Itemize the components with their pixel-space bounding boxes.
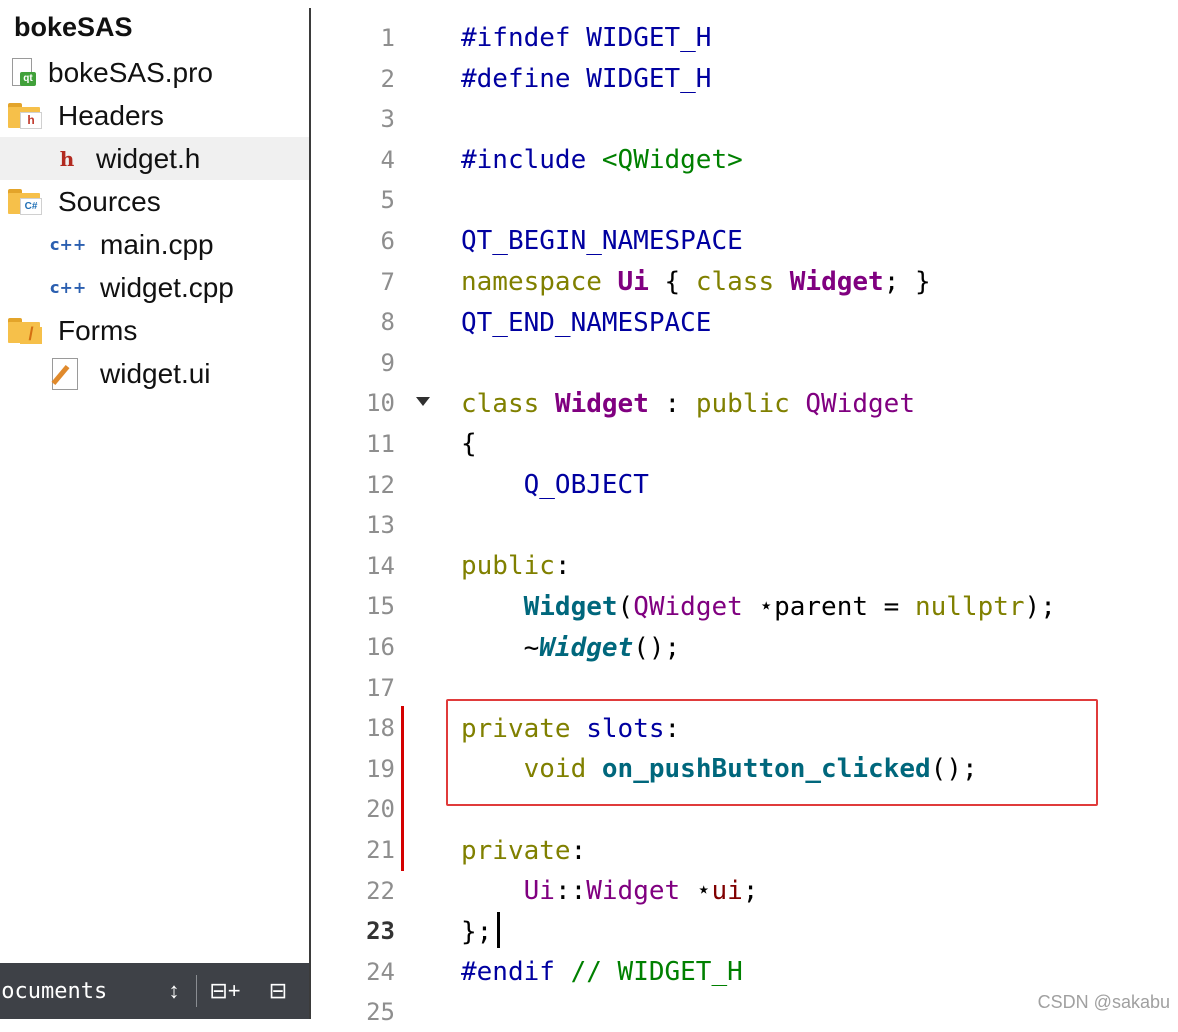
sort-arrows-icon[interactable]: ↕ — [162, 977, 186, 1005]
line-number-8: 8 — [380, 308, 395, 337]
line-number-14: 14 — [366, 551, 395, 580]
line-number-22: 22 — [366, 876, 395, 905]
line-number-7: 7 — [380, 267, 395, 296]
line-number-18: 18 — [366, 714, 395, 743]
code-line-15: Widget(QWidget ⋆parent = nullptr); — [523, 592, 1056, 622]
change-marker — [401, 706, 404, 871]
fold-arrow-icon[interactable] — [416, 397, 430, 406]
code-line-12: Q_OBJECT — [523, 470, 649, 500]
line-number-17: 17 — [366, 673, 395, 702]
line-number-11: 11 — [366, 430, 395, 458]
code-line-7: namespace Ui { class Widget; } — [461, 267, 931, 297]
tree-item-label: Headers — [58, 100, 164, 131]
line-number-16: 16 — [366, 633, 395, 661]
tree-item-label: main.cpp — [100, 229, 214, 260]
qt-project-file-icon: qt — [10, 57, 36, 88]
tree-item-widget-cpp[interactable]: c++ widget.cpp — [0, 266, 310, 309]
tree-item-forms-folder[interactable]: / Forms — [0, 309, 310, 352]
line-number-2: 2 — [380, 64, 395, 93]
line-number-3: 3 — [380, 105, 395, 134]
text-cursor — [497, 912, 500, 948]
code-line-2: #define WIDGET_H — [461, 64, 712, 94]
tree-item-label: Forms — [58, 315, 138, 346]
highlight-annotation-box — [446, 699, 1098, 806]
forms-folder-icon: / — [8, 317, 42, 344]
line-number-15: 15 — [366, 592, 395, 621]
line-number-5: 5 — [380, 186, 395, 215]
tree-item-label: bokeSAS.pro — [48, 57, 213, 88]
line-number-21: 21 — [366, 836, 395, 864]
tree-item-label: widget.cpp — [100, 272, 234, 303]
line-number-25: 25 — [366, 998, 395, 1027]
toolbar-separator — [196, 975, 197, 1007]
cpp-file-icon: c++ — [50, 234, 87, 254]
line-number-12: 12 — [366, 470, 395, 499]
close-pane-icon[interactable]: ⊟ — [264, 977, 292, 1005]
tree-item-label: widget.h — [96, 143, 201, 174]
code-line-4: #include <QWidget> — [461, 145, 743, 175]
code-line-10: class Widget : public QWidget — [461, 389, 915, 419]
line-number-24: 24 — [366, 957, 395, 986]
line-number-1: 1 — [380, 24, 395, 52]
line-number-13: 13 — [366, 511, 395, 540]
project-tree: bokeSAS qt bokeSAS.pro h Headers h widge… — [0, 0, 310, 955]
tree-item-pro-file[interactable]: qt bokeSAS.pro — [0, 51, 310, 94]
code-line-1: #ifndef WIDGET_H — [461, 23, 712, 53]
code-line-16: ~Widget(); — [523, 633, 681, 663]
line-number-10: 10 — [366, 389, 395, 418]
tree-item-widget-ui[interactable]: widget.ui — [0, 352, 310, 395]
open-documents-bar: Documents ↕ ⊟+ ⊟ — [0, 963, 310, 1019]
tree-item-sources-folder[interactable]: C# Sources — [0, 180, 310, 223]
code-line-24: #endif // WIDGET_H — [461, 957, 743, 987]
line-number-23: 23 — [366, 917, 395, 946]
project-title-label: bokeSAS — [14, 12, 133, 42]
line-number-4: 4 — [380, 145, 395, 174]
code-line-22: Ui::Widget ⋆ui; — [523, 876, 759, 906]
line-number-19: 19 — [366, 754, 395, 783]
code-line-11: { — [461, 429, 477, 459]
project-title[interactable]: bokeSAS — [0, 6, 310, 49]
code-line-8: QT_END_NAMESPACE — [461, 308, 712, 338]
watermark: CSDN @sakabu — [1037, 992, 1170, 1012]
tree-item-widget-h[interactable]: h widget.h — [0, 137, 310, 180]
split-add-icon[interactable]: ⊟+ — [206, 977, 244, 1005]
tree-item-headers-folder[interactable]: h Headers — [0, 94, 310, 137]
line-number-9: 9 — [380, 348, 395, 377]
code-line-14: public: — [461, 551, 571, 581]
ui-form-file-icon — [51, 357, 80, 390]
code-line-6: QT_BEGIN_NAMESPACE — [461, 226, 743, 256]
header-file-icon: h — [59, 146, 75, 171]
open-documents-selector[interactable]: Documents — [0, 979, 107, 1004]
tree-item-label: Sources — [58, 186, 161, 217]
line-number-6: 6 — [380, 227, 395, 255]
tree-item-label: widget.ui — [100, 358, 211, 389]
line-number-20: 20 — [366, 795, 395, 824]
tree-item-main-cpp[interactable]: c++ main.cpp — [0, 223, 310, 266]
headers-folder-icon: h — [8, 102, 42, 129]
sources-folder-icon: C# — [8, 188, 42, 215]
code-line-23: }; — [461, 917, 493, 947]
code-line-21: private: — [461, 836, 587, 866]
cpp-file-icon: c++ — [50, 277, 87, 297]
